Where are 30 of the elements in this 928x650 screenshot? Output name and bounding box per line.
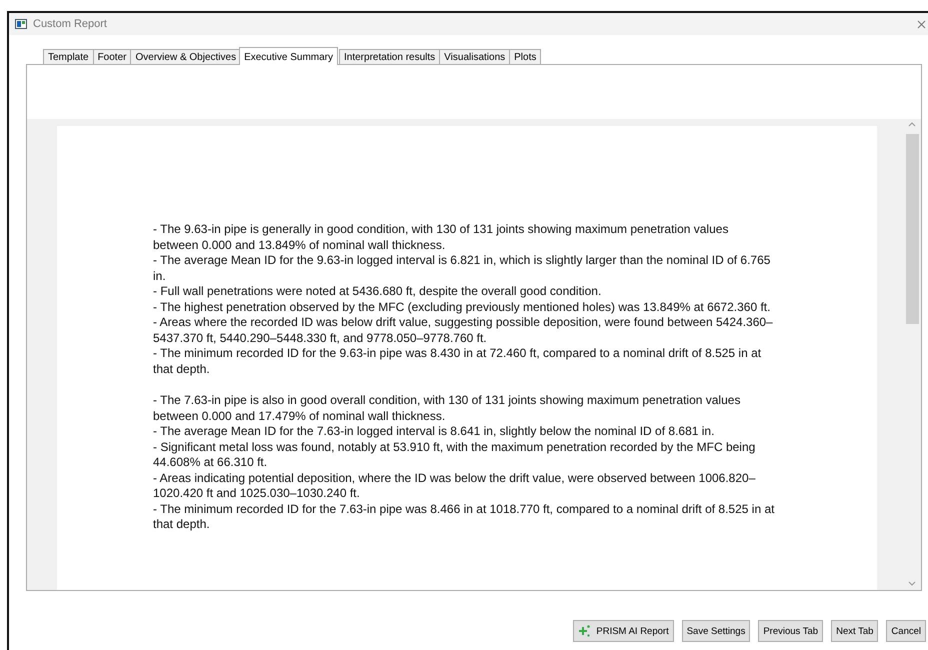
summary-line: - Areas where the recorded ID was below drift value, suggesting possible deposition, were found between 5424.360–5437.370 ft, 5440.290–5448.330 ft, and 9778.050–9778.760 ft. — [153, 315, 774, 346]
close-icon[interactable] — [917, 20, 926, 28]
summary-line: - The minimum recorded ID for the 7.63-in pipe was 8.466 in at 1018.770 ft, compared to a nominal drift of 8.525 in at that depth. — [153, 502, 775, 532]
tab[interactable]: Template — [43, 49, 94, 64]
action-button[interactable]: Cancel — [886, 620, 926, 642]
summary-line: - The minimum recorded ID for the 9.63-in pipe was 8.430 in at 72.460 ft, compared to a nominal drift of 8.525 in at that depth. — [153, 346, 762, 377]
summary-line: - The 9.63-in pipe is generally in good condition, with 130 of 131 joints showing maximum penetration values between 0.000 and 13.849% of nominal wall thickness. — [153, 222, 730, 253]
summary-line: - The average Mean ID for the 9.63-in logged interval is 6.821 in, which is slightly larger than the nominal ID of 6.765 in. — [153, 253, 772, 284]
summary-line: - Significant metal loss was found, notably at 53.910 ft, with the maximum penetration recorded by the MFC being 44.608% at 66.310 ft. — [153, 440, 756, 470]
tab[interactable]: Visualisations — [439, 49, 510, 64]
tab[interactable]: Interpretation results — [339, 49, 440, 64]
action-button[interactable]: Next Tab — [831, 620, 878, 642]
tab[interactable]: Executive Summary — [239, 47, 338, 65]
summary-line: - Full wall penetrations were noted at 5436.680 ft, despite the overall good condition. — [153, 284, 602, 300]
scroll-up-icon[interactable] — [908, 122, 916, 127]
app-icon — [15, 19, 27, 29]
scroll-down-icon[interactable] — [908, 581, 916, 586]
action-button[interactable]: Save Settings — [682, 620, 750, 642]
summary-line: - The highest penetration observed by the MFC (excluding previously mentioned holes) was 13.849% at 6672.360 ft. — [153, 300, 772, 315]
action-button[interactable]: Previous Tab — [758, 620, 824, 642]
tab[interactable]: Footer — [92, 49, 132, 64]
action-button[interactable]: PRISM AI Report — [573, 620, 674, 642]
summary-line: - Areas indicating potential deposition, where the ID was below the drift value, were observed between 1006.820–1020.420 ft and 1025.030–1030.240 ft. — [153, 470, 756, 502]
window-title: Custom Report — [33, 18, 107, 30]
summary-line: - The 7.63-in pipe is also in good overall condition, with 130 of 131 joints showing maximum penetration values between 0.000 and 17.479% of nominal wall thickness. — [153, 393, 742, 424]
scrollbar[interactable] — [904, 119, 921, 590]
tab[interactable]: Plots — [509, 49, 542, 64]
summary-line: - The average Mean ID for the 7.63-in logged interval is 8.641 in, slightly below the nominal ID of 8.681 in. — [153, 424, 716, 440]
tab[interactable]: Overview & Objectives — [130, 49, 242, 64]
sparkle-icon — [578, 625, 590, 637]
